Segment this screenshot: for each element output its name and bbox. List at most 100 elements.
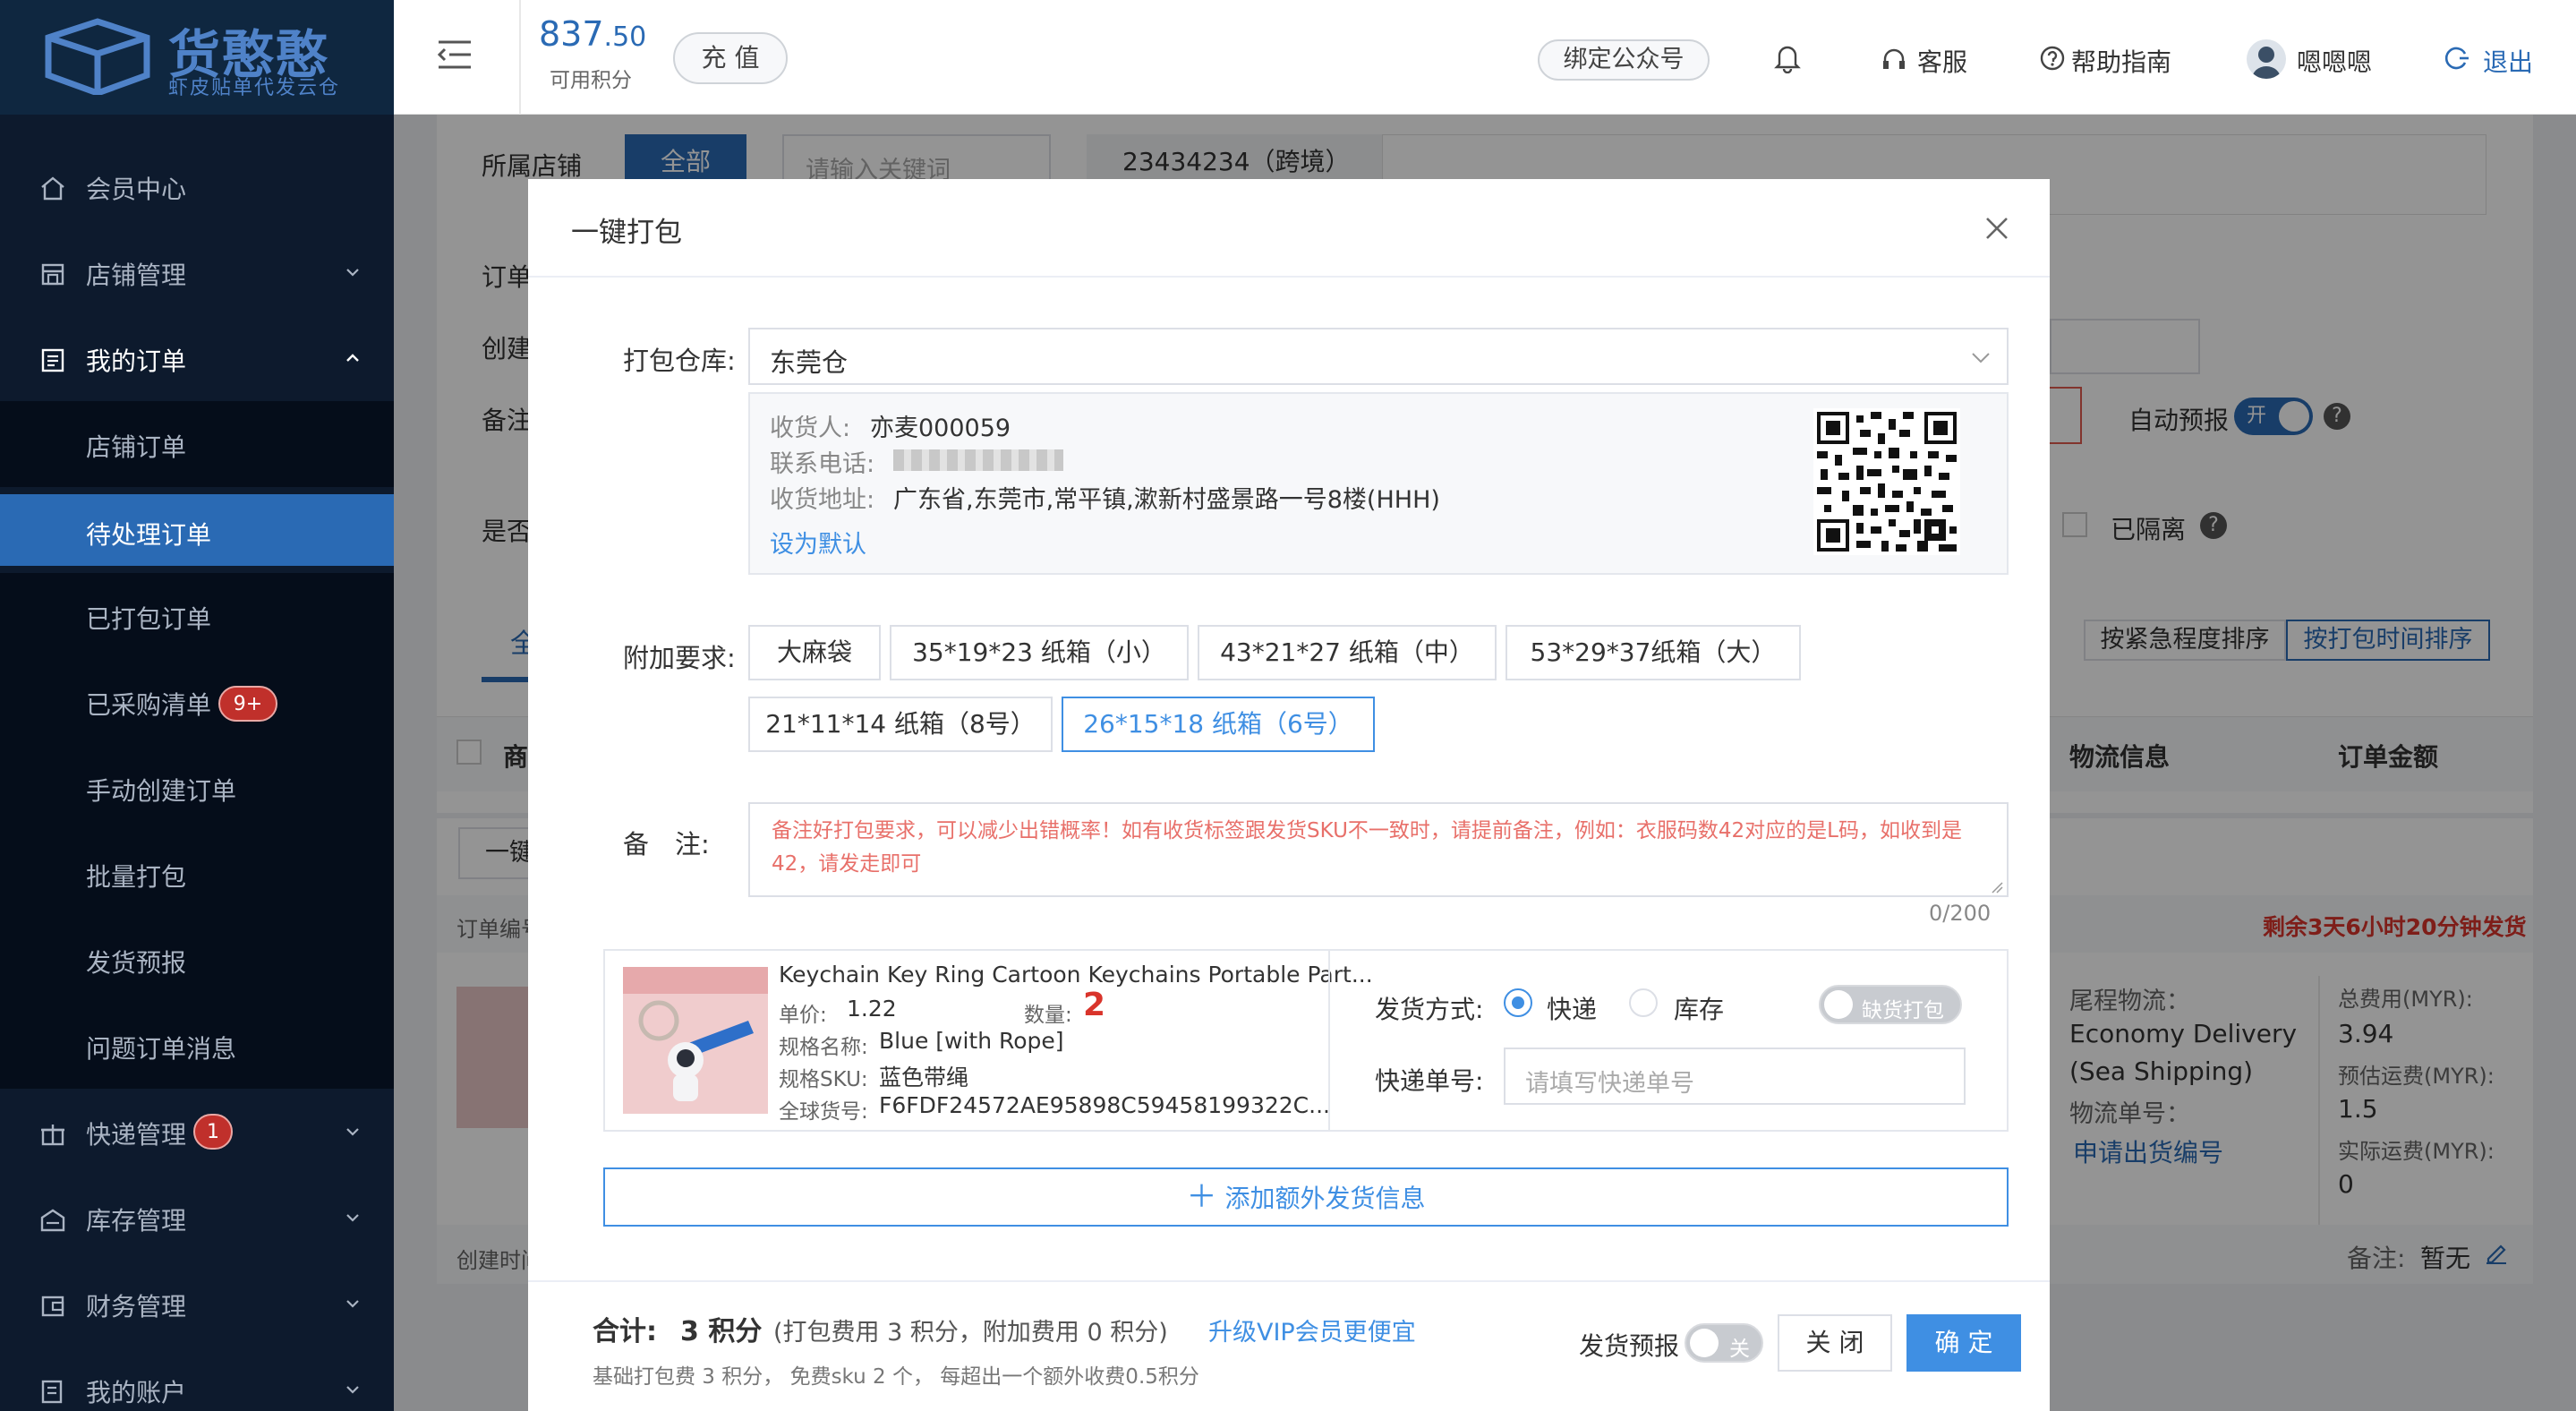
quantity-label: 数量: xyxy=(1024,1004,1072,1027)
phone-label: 联系电话: xyxy=(770,450,875,478)
wallet-icon xyxy=(41,1296,64,1317)
resize-handle-icon[interactable] xyxy=(1991,881,2003,894)
upgrade-vip-link[interactable]: 升级VIP会员更便宜 xyxy=(1208,1313,1416,1347)
note-char-count: 0/200 xyxy=(1929,901,1992,926)
ship-stock-radio[interactable] xyxy=(1629,988,1658,1017)
top-bar: 837.50 可用积分 充 值 绑定公众号 客服 帮助指南 嗯嗯嗯 退出 xyxy=(394,0,2576,115)
headset-icon[interactable] xyxy=(1881,47,1906,72)
avatar[interactable] xyxy=(2247,39,2286,79)
spec-sku-value: 蓝色带绳 xyxy=(879,1065,969,1090)
divider xyxy=(528,1280,2050,1282)
express-count-badge: 1 xyxy=(193,1114,233,1150)
close-button[interactable]: 关 闭 xyxy=(1778,1314,1892,1372)
divider xyxy=(528,276,2050,278)
username[interactable]: 嗯嗯嗯 xyxy=(2297,43,2372,79)
fee-note: 基础打包费 3 积分， 免费sku 2 个， 每超出一个额外收费0.5积分 xyxy=(593,1365,1199,1389)
ship-stock-label[interactable]: 库存 xyxy=(1674,990,1724,1026)
address-value: 广东省,东莞市,常平镇,漱新村盛景路一号8楼(HHH) xyxy=(893,486,1440,514)
ship-express-label[interactable]: 快递 xyxy=(1547,990,1597,1026)
sidebar-subitem-manual-create[interactable]: 手动创建订单 xyxy=(0,745,394,831)
logout-icon[interactable] xyxy=(2444,45,2470,72)
global-sku-label: 全球货号: xyxy=(779,1100,868,1124)
sidebar-subitem-forecast[interactable]: 发货预报 xyxy=(0,917,394,1003)
sidebar-item-label: 库存管理 xyxy=(86,1206,187,1236)
pack-option-box-large[interactable]: 53*29*37纸箱（大） xyxy=(1506,625,1801,680)
chevron-down-icon xyxy=(346,1300,359,1308)
chevron-up-icon xyxy=(346,354,359,362)
tracking-number-label: 快递单号: xyxy=(1375,1066,1484,1096)
price-label: 单价: xyxy=(779,1004,827,1027)
note-textarea[interactable]: 备注好打包要求，可以减少出错概率！如有收货标签跟发货SKU不一致时，请提前备注，… xyxy=(748,802,2009,897)
close-icon[interactable] xyxy=(1985,217,2009,240)
sidebar-subitem-label: 手动创建订单 xyxy=(86,776,237,806)
help-guide-link[interactable]: 帮助指南 xyxy=(2071,43,2171,79)
box-logo-icon xyxy=(45,18,150,95)
address-card: 收货人: 亦麦000059 联系电话: 收货地址: 广东省,东莞市,常平镇,漱新… xyxy=(748,392,2009,575)
sidebar-item-member[interactable]: 会员中心 xyxy=(0,143,394,229)
pack-option-box-8[interactable]: 21*11*14 纸箱（8号） xyxy=(748,697,1053,752)
sidebar-subitem-problem-orders[interactable]: 问题订单消息 xyxy=(0,1003,394,1089)
warehouse-select[interactable]: 东莞仓 xyxy=(748,328,2009,385)
total-detail: (打包费用 3 积分，附加费用 0 积分) xyxy=(773,1319,1168,1347)
chevron-down-icon xyxy=(346,1214,359,1222)
missing-pack-toggle[interactable]: 缺货打包 xyxy=(1819,985,1962,1024)
logo: 货憨憨 虾皮贴单代发云仓 xyxy=(0,0,394,115)
sidebar-item-inventory[interactable]: 库存管理 xyxy=(0,1175,394,1261)
warehouse-icon xyxy=(40,1209,65,1232)
sidebar-item-finance[interactable]: 财务管理 xyxy=(0,1261,394,1347)
toggle-knob xyxy=(1690,1329,1719,1357)
product-title[interactable]: Keychain Key Ring Cartoon Keychains Port… xyxy=(779,962,1373,988)
sidebar-subitem-purchased[interactable]: 已采购清单 9+ xyxy=(0,659,394,745)
sidebar-subitem-label: 店铺订单 xyxy=(86,432,187,462)
sidebar: 货憨憨 虾皮贴单代发云仓 会员中心 店铺管理 我的订单 店铺订单 待处理订单 已… xyxy=(0,0,394,1411)
address-label: 收货地址: xyxy=(770,486,875,514)
sidebar-item-label: 财务管理 xyxy=(86,1292,187,1321)
recharge-button[interactable]: 充 值 xyxy=(673,32,788,84)
menu-collapse-icon[interactable] xyxy=(437,39,473,70)
sidebar-item-store[interactable]: 店铺管理 xyxy=(0,229,394,315)
sidebar-item-orders[interactable]: 我的订单 xyxy=(0,315,394,401)
sidebar-item-express[interactable]: 快递管理 1 xyxy=(0,1089,394,1175)
help-icon[interactable] xyxy=(2039,45,2066,72)
sidebar-subitem-batch-pack[interactable]: 批量打包 xyxy=(0,831,394,917)
divider xyxy=(1328,951,1330,1130)
pack-option-sack[interactable]: 大麻袋 xyxy=(748,625,881,680)
user-avatar-icon xyxy=(2252,47,2281,79)
spec-name-label: 规格名称: xyxy=(779,1036,868,1059)
sidebar-item-label: 我的账户 xyxy=(86,1378,187,1407)
pack-option-box-medium[interactable]: 43*21*27 纸箱（中） xyxy=(1198,625,1497,680)
receiver-value: 亦麦000059 xyxy=(870,415,1011,442)
customer-service-link[interactable]: 客服 xyxy=(1917,43,1967,79)
tracking-number-input[interactable]: 请填写快递单号 xyxy=(1504,1048,1966,1105)
sidebar-subitem-pending-orders[interactable]: 待处理订单 xyxy=(0,494,394,566)
order-list-icon xyxy=(41,348,64,372)
toggle-knob xyxy=(1824,990,1853,1019)
sidebar-item-account[interactable]: 我的账户 xyxy=(0,1347,394,1411)
sidebar-subitem-label: 批量打包 xyxy=(86,862,187,892)
forecast-toggle-label: 关 xyxy=(1729,1338,1750,1361)
sidebar-subitem-label: 已打包订单 xyxy=(86,604,212,634)
forecast-toggle[interactable]: 关 xyxy=(1685,1323,1763,1363)
product-card: Keychain Key Ring Cartoon Keychains Port… xyxy=(603,949,2009,1132)
bind-wechat-button[interactable]: 绑定公众号 xyxy=(1538,39,1710,81)
pack-option-box-small[interactable]: 35*19*23 纸箱（小） xyxy=(890,625,1189,680)
dialog-title: 一键打包 xyxy=(571,217,682,249)
set-default-link[interactable]: 设为默认 xyxy=(770,525,866,560)
add-extra-shipping-label: 添加额外发货信息 xyxy=(1224,1184,1426,1213)
total-label: 合计: xyxy=(593,1316,657,1347)
sidebar-subitem-packed-orders[interactable]: 已打包订单 xyxy=(0,573,394,659)
sidebar-subitem-shop-orders[interactable]: 店铺订单 xyxy=(0,401,394,487)
add-extra-shipping-button[interactable]: ＋ 添加额外发货信息 xyxy=(603,1167,2009,1227)
pack-option-box-6[interactable]: 26*15*18 纸箱（6号） xyxy=(1062,697,1375,752)
missing-pack-label: 缺货打包 xyxy=(1862,999,1944,1022)
sidebar-subitem-label: 已采购清单 xyxy=(86,690,212,720)
bell-icon[interactable] xyxy=(1774,43,1801,73)
warehouse-selected-value: 东莞仓 xyxy=(770,347,849,378)
chevron-down-icon xyxy=(346,269,359,277)
ship-express-radio[interactable] xyxy=(1504,988,1532,1017)
sidebar-item-label: 快递管理 xyxy=(86,1120,187,1150)
confirm-button[interactable]: 确 定 xyxy=(1906,1314,2021,1372)
logout-link[interactable]: 退出 xyxy=(2483,43,2533,79)
points-integer: 837 xyxy=(539,14,604,54)
quantity-value: 2 xyxy=(1083,987,1106,1023)
